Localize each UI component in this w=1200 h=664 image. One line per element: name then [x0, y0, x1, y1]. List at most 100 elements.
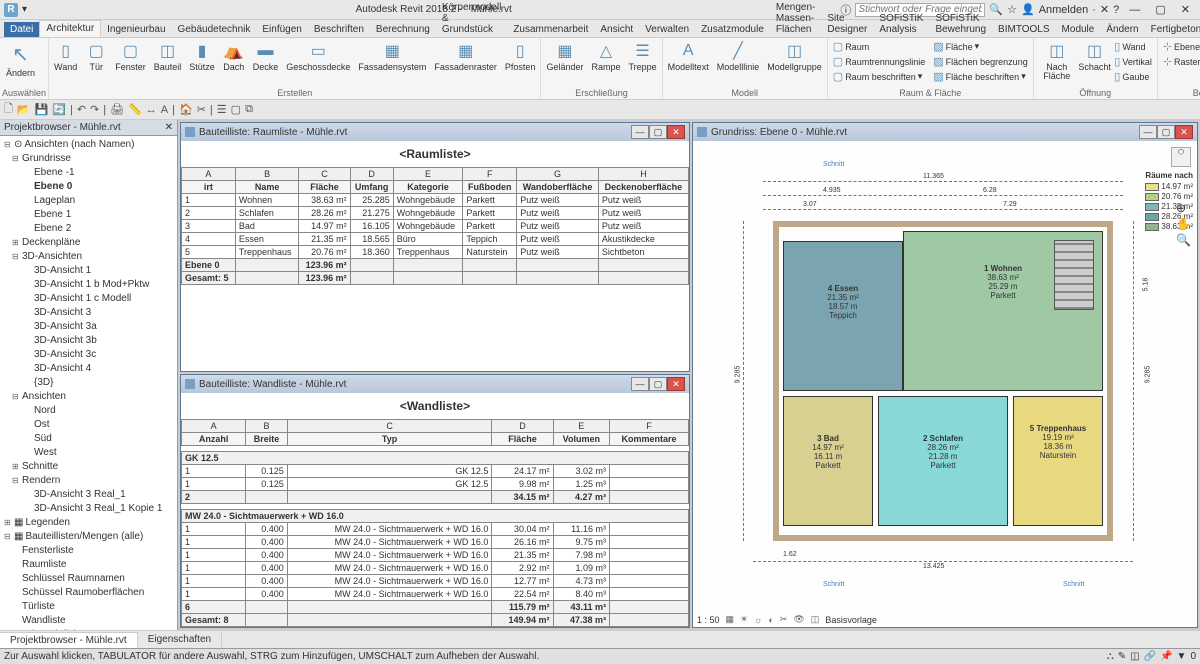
- tree-node[interactable]: 3D-Ansicht 3c: [2, 348, 175, 362]
- gaube-button[interactable]: ▯Gaube: [1111, 69, 1155, 84]
- open-icon[interactable]: 📂: [17, 103, 31, 116]
- measure-icon[interactable]: 📏: [128, 103, 142, 116]
- dach-button[interactable]: ⛺Dach: [220, 39, 248, 73]
- modelltext-button[interactable]: AModelltext: [665, 39, 712, 73]
- tree-node[interactable]: Wandliste: [2, 614, 175, 628]
- text-icon[interactable]: A: [161, 104, 168, 116]
- raumliste-table[interactable]: ABCDEFGHirtNameFlächeUmfangKategorieFußb…: [181, 167, 689, 285]
- select-links-icon[interactable]: 🔗: [1144, 651, 1156, 662]
- shadow-icon[interactable]: ◐: [768, 615, 773, 625]
- tree-node[interactable]: Ebene -1: [2, 166, 175, 180]
- tab-ansicht[interactable]: Ansicht: [594, 22, 639, 37]
- tab-berechnung[interactable]: Berechnung: [370, 22, 436, 37]
- tuer-button[interactable]: ▢Tür: [82, 39, 110, 73]
- tree-node[interactable]: 3D-Ansicht 1: [2, 264, 175, 278]
- tab-zusatzmodule[interactable]: Zusatzmodule: [695, 22, 770, 37]
- wand-opening-button[interactable]: ▯Wand: [1111, 39, 1155, 54]
- sunpath-icon[interactable]: ☼: [754, 615, 762, 625]
- tree-node[interactable]: ⊟3D-Ansichten: [2, 250, 175, 264]
- exchange-icon[interactable]: ✕: [1100, 3, 1109, 16]
- win-close-icon[interactable]: ✕: [667, 125, 685, 139]
- tab-ändern[interactable]: Ändern: [1100, 22, 1144, 37]
- tree-node[interactable]: Ebene 0: [2, 180, 175, 194]
- tree-node[interactable]: ⊞Deckenpläne: [2, 236, 175, 250]
- tree-node[interactable]: ⊟▤Pläne (Alle): [2, 628, 175, 630]
- treppe-button[interactable]: ☰Treppe: [625, 39, 659, 73]
- tree-node[interactable]: Schüssel Raumoberflächen: [2, 586, 175, 600]
- fassadenraster-button[interactable]: ▦Fassadenraster: [431, 39, 500, 73]
- tab-module[interactable]: Module: [1056, 22, 1101, 37]
- thin-lines-icon[interactable]: ☰: [217, 103, 227, 116]
- tree-node[interactable]: 3D-Ansicht 3b: [2, 334, 175, 348]
- win-close-icon[interactable]: ✕: [667, 377, 685, 391]
- tree-node[interactable]: 3D-Ansicht 4: [2, 362, 175, 376]
- fenster-button[interactable]: ▢Fenster: [112, 39, 149, 73]
- new-icon[interactable]: 🗋: [4, 100, 13, 119]
- rampe-button[interactable]: △Rampe: [588, 39, 623, 73]
- win-max-icon[interactable]: ▢: [1157, 125, 1175, 139]
- room-wohnen[interactable]: 1 Wohnen38.63 m²25.29 mParkett: [903, 231, 1103, 391]
- favorite-icon[interactable]: ☆: [1007, 3, 1017, 16]
- save-icon[interactable]: 💾: [35, 103, 49, 116]
- nav-pan-icon[interactable]: ✋: [1176, 217, 1191, 231]
- user-icon[interactable]: 👤: [1021, 3, 1035, 16]
- editable-icon[interactable]: ✎: [1118, 651, 1126, 662]
- select-pins-icon[interactable]: 📌: [1160, 651, 1172, 662]
- gelaender-button[interactable]: ▦Geländer: [543, 39, 586, 73]
- tab-file[interactable]: Datei: [4, 22, 39, 37]
- tree-node[interactable]: Ebene 2: [2, 222, 175, 236]
- flbeschriften-button[interactable]: ▨Fläche beschriften▾: [930, 69, 1030, 84]
- decke-button[interactable]: ▬Decke: [250, 39, 282, 73]
- tree-node[interactable]: Süd: [2, 432, 175, 446]
- room-treppenhaus[interactable]: 5 Treppenhaus19.19 m²18.36 mNaturstein: [1013, 396, 1103, 526]
- design-options-icon[interactable]: ◫: [1130, 651, 1139, 662]
- tree-node[interactable]: {3D}: [2, 376, 175, 390]
- tree-node[interactable]: Nord: [2, 404, 175, 418]
- help-icon[interactable]: ?: [1113, 4, 1119, 16]
- fassadensystem-button[interactable]: ▦Fassadensystem: [355, 39, 429, 73]
- minimize-button[interactable]: —: [1123, 4, 1146, 16]
- wand-button[interactable]: ▯Wand: [51, 39, 80, 73]
- tree-node[interactable]: ⊞▦Legenden: [2, 516, 175, 530]
- modellgruppe-button[interactable]: ◫Modellgruppe: [764, 39, 825, 73]
- tab-project-browser[interactable]: Projektbrowser - Mühle.rvt: [0, 632, 138, 648]
- tab-gebäudetechnik[interactable]: Gebäudetechnik: [172, 22, 257, 37]
- tab-site designer[interactable]: Site Designer: [821, 11, 873, 37]
- tab-sofistik analysis[interactable]: SOFiSTiK Analysis: [873, 11, 929, 37]
- switch-window-icon[interactable]: ⧉: [245, 103, 253, 116]
- room-essen[interactable]: 4 Essen21.35 m²18.57 mTeppich: [783, 241, 903, 391]
- schacht-button[interactable]: ◫Schacht: [1080, 39, 1109, 73]
- maximize-button[interactable]: ▢: [1149, 4, 1171, 16]
- tab-einfügen[interactable]: Einfügen: [256, 22, 307, 37]
- hide-icon[interactable]: 👁: [793, 614, 804, 625]
- workset-icon[interactable]: ⛬: [1107, 651, 1114, 662]
- wandliste-table[interactable]: ABCDEFAnzahlBreiteTypFlächeVolumenKommen…: [181, 419, 689, 627]
- close-hidden-icon[interactable]: ▢: [231, 103, 241, 116]
- geschossdecke-button[interactable]: ▭Geschossdecke: [283, 39, 353, 73]
- dimension-icon[interactable]: ↔: [146, 104, 157, 116]
- tree-node[interactable]: Schlüssel Raumnamen: [2, 572, 175, 586]
- visual-style-icon[interactable]: ☀: [740, 614, 748, 625]
- template-label[interactable]: Basisvorlage: [825, 615, 877, 625]
- room-schlafen[interactable]: 2 Schlafen28.26 m²21.28 mParkett: [878, 396, 1008, 526]
- flaeche-button[interactable]: ▨Fläche▾: [930, 39, 1030, 54]
- raumtrennungslinie-button[interactable]: ▢Raumtrennungslinie: [830, 54, 928, 69]
- section-icon[interactable]: ✂: [197, 103, 206, 116]
- tree-node[interactable]: West: [2, 446, 175, 460]
- flbegrenzung-button[interactable]: ▨Flächen begrenzung: [930, 54, 1030, 69]
- tree-node[interactable]: Türliste: [2, 600, 175, 614]
- tab-körpermodell & grundstück[interactable]: Körpermodell & Grundstück: [436, 0, 507, 37]
- win-min-icon[interactable]: —: [631, 125, 649, 139]
- tree-node[interactable]: 3D-Ansicht 1 c Modell: [2, 292, 175, 306]
- vertikal-button[interactable]: ▯Vertikal: [1111, 54, 1155, 69]
- tree-node[interactable]: ⊟Grundrisse: [2, 152, 175, 166]
- win-min-icon[interactable]: —: [1139, 125, 1157, 139]
- tab-bimtools[interactable]: BIMTOOLS: [992, 22, 1056, 37]
- sync-icon[interactable]: 🔄: [52, 103, 66, 116]
- tree-node[interactable]: Raumliste: [2, 558, 175, 572]
- floorplan-canvas[interactable]: Räume nach 14.97 m²20.76 m²21.35 m²28.26…: [693, 141, 1197, 627]
- scale-display[interactable]: 1 : 50: [697, 615, 720, 625]
- reveal-icon[interactable]: ◫: [811, 614, 820, 625]
- tree-node[interactable]: Ost: [2, 418, 175, 432]
- pfosten-button[interactable]: ▯Pfosten: [502, 39, 539, 73]
